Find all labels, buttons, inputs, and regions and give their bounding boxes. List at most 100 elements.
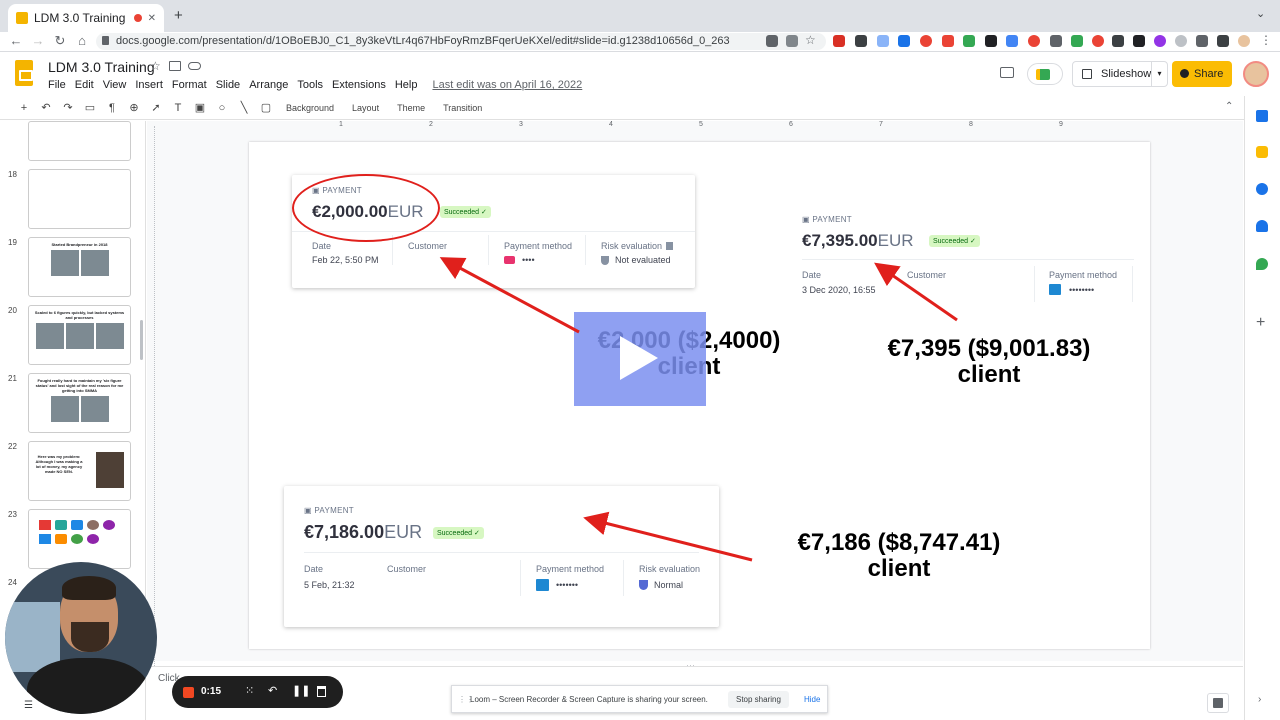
slide-thumbnail[interactable]: Started Brandpreneur in 2018 [28, 237, 131, 297]
url-field[interactable]: docs.google.com/presentation/d/1OBoEBJ0_… [96, 33, 826, 50]
extension-icon[interactable] [920, 35, 932, 47]
filmstrip-view-icon[interactable]: ☰ [24, 700, 33, 711]
menu-slide[interactable]: Slide [216, 79, 240, 91]
theme-button[interactable]: Theme [397, 103, 425, 113]
star-icon[interactable]: ☆ [150, 59, 161, 73]
contacts-icon[interactable] [1256, 220, 1268, 232]
forward-icon[interactable]: → [30, 33, 46, 48]
menu-edit[interactable]: Edit [75, 79, 94, 91]
extension-icon[interactable] [1175, 35, 1187, 47]
extension-icon[interactable] [1133, 35, 1145, 47]
chrome-menu-icon[interactable]: ⋮ [1260, 33, 1272, 47]
select-icon[interactable]: ➚ [150, 101, 162, 114]
extension-icon[interactable] [1050, 35, 1062, 47]
comments-icon[interactable] [1000, 67, 1014, 78]
restart-icon[interactable]: ↶ [268, 684, 277, 697]
home-icon[interactable]: ⌂ [74, 33, 90, 48]
extension-icon[interactable] [942, 35, 954, 47]
extension-icon[interactable] [877, 35, 889, 47]
stop-sharing-button[interactable]: Stop sharing [728, 691, 789, 708]
print-icon[interactable]: ▭ [84, 101, 96, 114]
extension-icon[interactable] [1028, 35, 1040, 47]
menu-extensions[interactable]: Extensions [332, 79, 386, 91]
slide-thumbnail[interactable] [28, 509, 131, 569]
grid-icon[interactable]: ⁙ [245, 684, 254, 697]
move-folder-icon[interactable] [169, 61, 181, 71]
tasks-icon[interactable] [1256, 183, 1268, 195]
image-icon[interactable]: ▣ [194, 101, 206, 114]
meet-button[interactable] [1027, 63, 1063, 85]
share-button[interactable]: Share [1172, 61, 1232, 87]
shape-icon[interactable]: ○ [216, 102, 228, 114]
comment-add-icon[interactable]: ▢ [260, 101, 272, 114]
slide[interactable]: ▣ PAYMENT €2,000.00EUR Succeeded ✓ Date … [249, 142, 1150, 649]
sidepanel-icon[interactable] [1217, 35, 1229, 47]
extension-icon[interactable] [833, 35, 845, 47]
transition-button[interactable]: Transition [443, 103, 482, 113]
extension-icon[interactable] [855, 35, 867, 47]
menu-help[interactable]: Help [395, 79, 418, 91]
expand-panel-icon[interactable]: › [1258, 694, 1261, 705]
delete-icon[interactable] [317, 686, 326, 697]
stop-recording-icon[interactable] [183, 687, 194, 698]
slideshow-button[interactable]: Slideshow ▾ [1072, 61, 1168, 87]
slides-logo-icon[interactable] [15, 60, 33, 86]
extension-icon[interactable] [1112, 35, 1124, 47]
vertical-ruler[interactable] [147, 126, 155, 666]
background-button[interactable]: Background [286, 103, 334, 113]
cast-icon[interactable] [766, 35, 778, 47]
add-addon-icon[interactable]: + [1256, 314, 1265, 332]
webcam-bubble[interactable] [5, 562, 157, 714]
back-icon[interactable]: ← [8, 33, 24, 48]
keep-icon[interactable] [1256, 146, 1268, 158]
extension-icon[interactable] [1071, 35, 1083, 47]
line-icon[interactable]: ╲ [238, 101, 250, 114]
menu-tools[interactable]: Tools [297, 79, 323, 91]
browser-tab[interactable]: LDM 3.0 Training - Google ✕ [8, 4, 164, 32]
horizontal-ruler[interactable]: 1 2 3 4 5 6 7 8 9 [254, 121, 1150, 131]
hide-button[interactable]: Hide [804, 695, 820, 704]
document-title[interactable]: LDM 3.0 Training [48, 59, 155, 75]
menu-insert[interactable]: Insert [135, 79, 163, 91]
extensions-puzzle-icon[interactable] [1196, 35, 1208, 47]
extension-icon[interactable] [898, 35, 910, 47]
new-tab-button[interactable]: + [174, 7, 183, 24]
textbox-icon[interactable]: T [172, 102, 184, 114]
last-edit-link[interactable]: Last edit was on April 16, 2022 [432, 79, 582, 91]
pause-icon[interactable]: ❚❚ [292, 684, 310, 697]
shape-icon [55, 520, 67, 530]
menu-view[interactable]: View [103, 79, 127, 91]
bookmark-star-icon[interactable]: ☆ [805, 33, 816, 47]
extension-icon[interactable] [1006, 35, 1018, 47]
zoom-icon[interactable]: ⊕ [128, 101, 140, 114]
slide-thumbnail[interactable] [28, 169, 131, 229]
menu-format[interactable]: Format [172, 79, 207, 91]
menu-file[interactable]: File [48, 79, 66, 91]
extension-icon[interactable] [963, 35, 975, 47]
layout-button[interactable]: Layout [352, 103, 379, 113]
slide-thumbnail[interactable]: Scaled to 6 figures quickly, but lacked … [28, 305, 131, 365]
undo-icon[interactable]: ↶ [40, 101, 52, 114]
calendar-icon[interactable] [1256, 110, 1268, 122]
paint-format-icon[interactable]: ¶ [106, 102, 118, 114]
reload-icon[interactable]: ↻ [52, 33, 68, 49]
extension-icon[interactable] [1154, 35, 1166, 47]
collapse-toolbar-icon[interactable]: ⌃ [1225, 101, 1233, 112]
account-avatar[interactable] [1243, 61, 1269, 87]
slideshow-dropdown-icon[interactable]: ▾ [1151, 62, 1167, 86]
extension-icon[interactable] [1092, 35, 1104, 47]
share-page-icon[interactable] [786, 35, 798, 47]
new-slide-icon[interactable]: + [18, 102, 30, 114]
explore-button[interactable] [1207, 693, 1229, 713]
slide-thumbnail[interactable]: Here was my problem: Although I was maki… [28, 441, 131, 501]
slide-thumbnail[interactable] [28, 121, 131, 161]
menu-arrange[interactable]: Arrange [249, 79, 288, 91]
notes-resize-handle[interactable]: ··· [686, 660, 695, 670]
slide-thumbnail[interactable]: Fought really hard to maintain my 'six f… [28, 373, 131, 433]
tab-close-icon[interactable]: ✕ [148, 13, 156, 24]
filmstrip-scrollbar[interactable] [140, 320, 143, 360]
profile-icon[interactable] [1238, 35, 1250, 47]
maps-icon[interactable] [1256, 258, 1268, 270]
extension-icon[interactable] [985, 35, 997, 47]
redo-icon[interactable]: ↷ [62, 101, 74, 114]
